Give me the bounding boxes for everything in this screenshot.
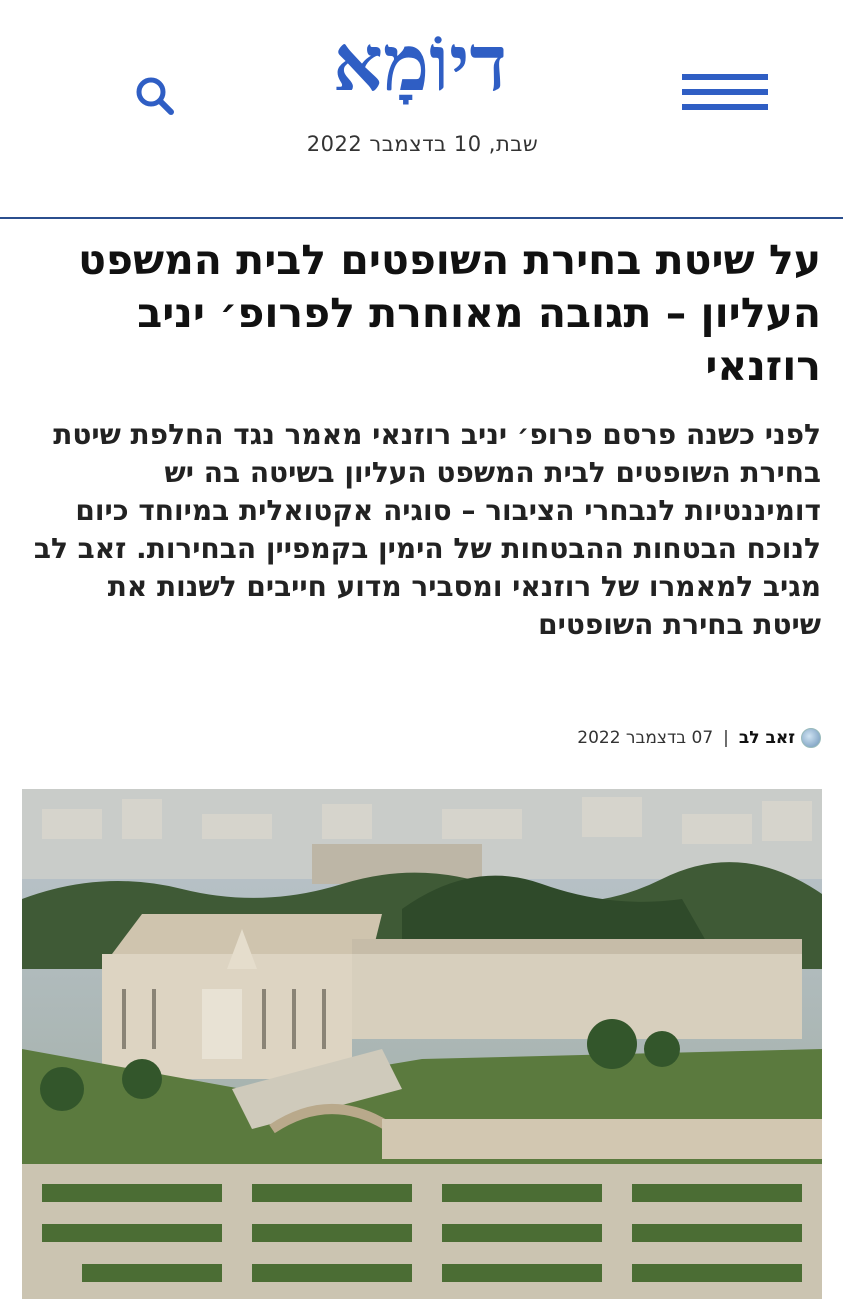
header-divider — [0, 217, 843, 219]
menu-line-icon — [682, 74, 768, 80]
search-icon — [136, 77, 174, 115]
supreme-court-photo — [22, 789, 822, 1299]
search-button[interactable] — [133, 74, 177, 118]
publish-date: 07 בדצמבר 2022 — [577, 728, 714, 748]
current-date: שבת, 10 בדצמבר 2022 — [306, 132, 539, 156]
site-header: דיוֹמָא שבת, 10 בדצמבר 2022 — [0, 0, 843, 218]
menu-line-icon — [682, 89, 768, 95]
author-name[interactable]: זאב לב — [739, 728, 795, 748]
author-avatar — [801, 728, 821, 748]
byline-separator: | — [723, 728, 729, 748]
menu-line-icon — [682, 104, 768, 110]
article-title: על שיטת בחירת השופטים לבית המשפט העליון … — [78, 236, 821, 390]
article-photo — [22, 789, 822, 1299]
site-logo[interactable]: דיוֹמָא — [300, 8, 540, 120]
article-lead: לפני כשנה פרסם פרופ׳ יניב רוזנאי מאמר נג… — [33, 418, 821, 641]
hamburger-menu-button[interactable] — [682, 74, 768, 114]
article-byline: זאב לב | 07 בדצמבר 2022 — [577, 728, 821, 748]
